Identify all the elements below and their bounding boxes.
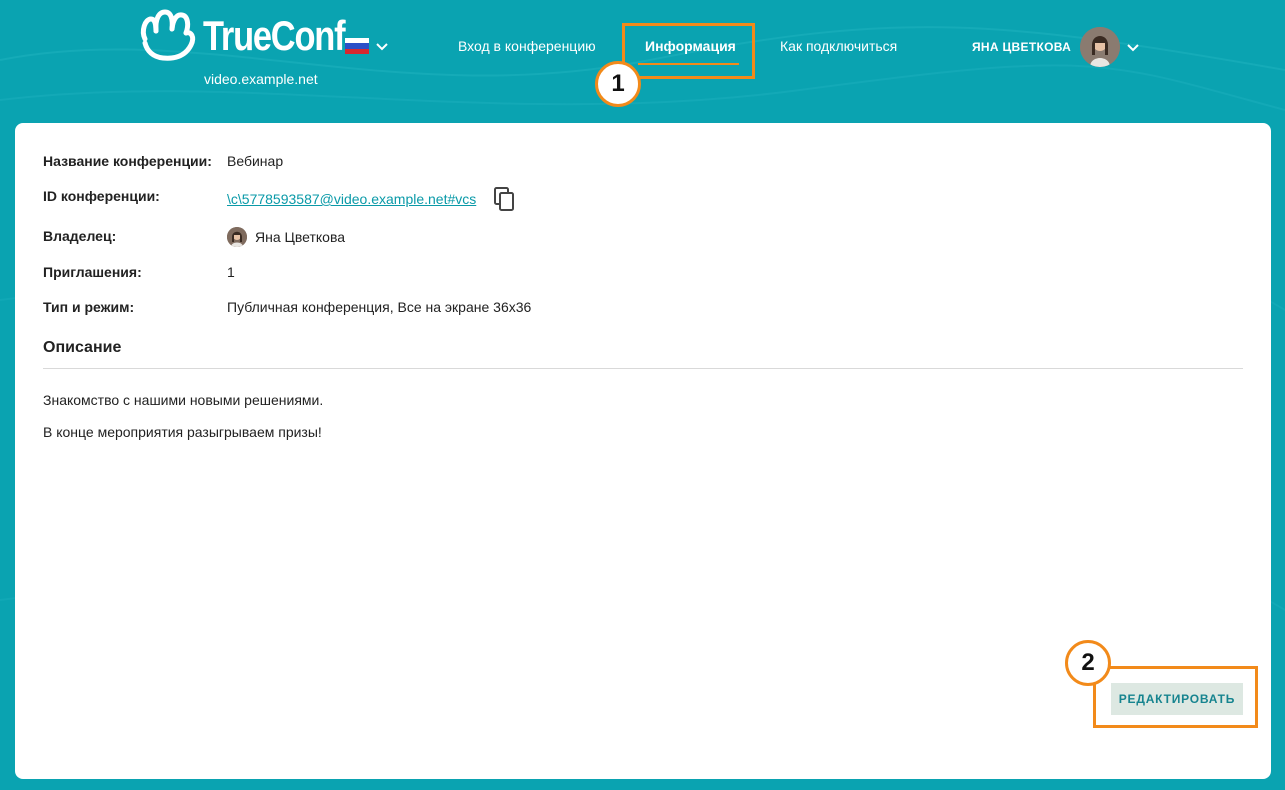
copy-icon[interactable] xyxy=(493,187,515,211)
callout-badge-1: 1 xyxy=(595,61,641,107)
language-selector[interactable] xyxy=(345,38,390,54)
description-line-1: Знакомство с нашими новыми решениями. xyxy=(43,392,324,408)
field-value-invitations: 1 xyxy=(227,264,235,280)
nav-how-to-connect[interactable]: Как подключиться xyxy=(780,38,897,54)
trueconf-logo-icon xyxy=(140,9,196,61)
highlight-edit-button xyxy=(1093,666,1258,728)
conference-id-link[interactable]: \c\5778593587@video.example.net#vcs xyxy=(227,191,476,207)
nav-join-conference[interactable]: Вход в конференцию xyxy=(458,38,596,54)
field-label-name: Название конференции: xyxy=(43,153,212,169)
user-menu[interactable]: ЯНА ЦВЕТКОВА xyxy=(972,27,1141,67)
field-value-type: Публичная конференция, Все на экране 36x… xyxy=(227,299,532,315)
description-line-2: В конце мероприятия разыгрываем призы! xyxy=(43,424,322,440)
callout-badge-2: 2 xyxy=(1065,640,1111,686)
divider xyxy=(43,368,1243,369)
avatar xyxy=(1080,27,1121,67)
chevron-down-icon xyxy=(376,43,388,51)
chevron-down-icon xyxy=(1127,44,1139,52)
server-address: video.example.net xyxy=(204,71,318,87)
avatar xyxy=(227,227,247,247)
field-label-type: Тип и режим: xyxy=(43,299,135,315)
highlight-information-tab xyxy=(622,23,755,79)
field-label-invitations: Приглашения: xyxy=(43,264,142,280)
user-name: ЯНА ЦВЕТКОВА xyxy=(972,40,1072,54)
field-value-name: Вебинар xyxy=(227,153,284,169)
field-label-owner: Владелец: xyxy=(43,228,117,244)
brand-logo[interactable]: TrueConf xyxy=(139,9,375,63)
field-value-owner: Яна Цветкова xyxy=(255,229,346,245)
top-bar: TrueConf video.example.net Вход в конфер… xyxy=(0,0,1285,123)
description-heading: Описание xyxy=(43,339,122,356)
field-label-id: ID конференции: xyxy=(43,188,160,204)
brand-name: TrueConf xyxy=(203,12,346,59)
russia-flag-icon xyxy=(345,38,369,54)
